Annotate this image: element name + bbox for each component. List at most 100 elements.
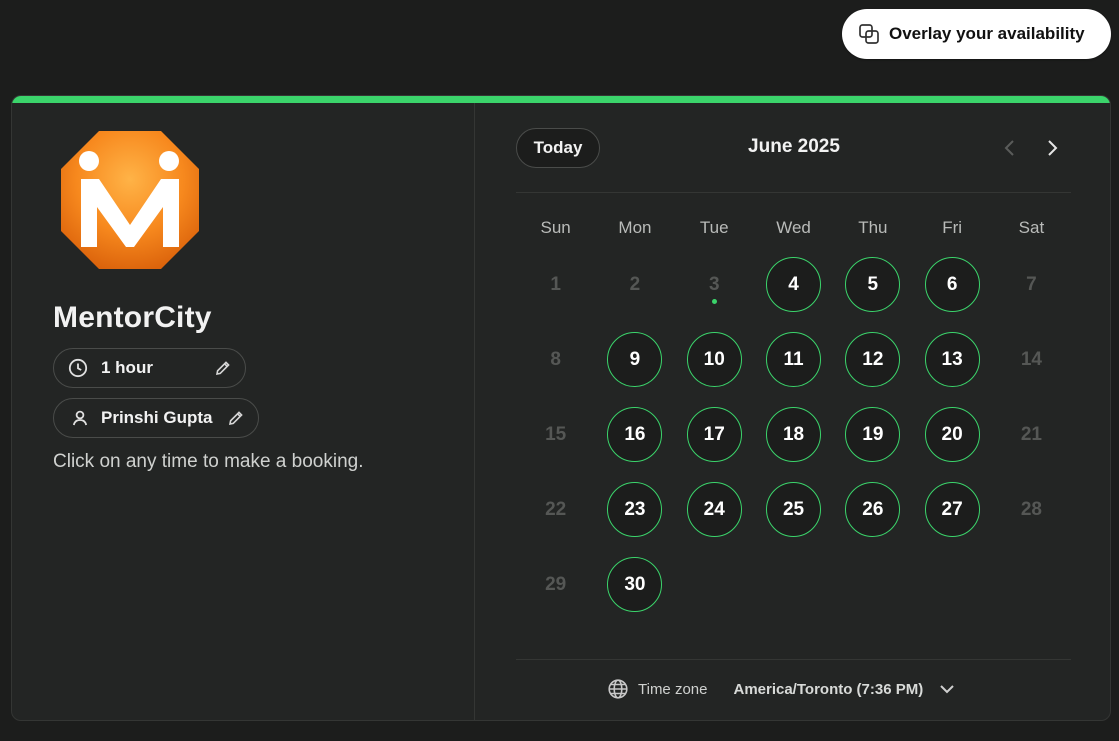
- timezone-label: Time zone: [638, 680, 708, 698]
- day-number: 22: [545, 498, 567, 520]
- calendar-header-divider: [516, 192, 1071, 193]
- day-number: 7: [1026, 273, 1037, 295]
- booking-card: MentorCity 1 hour Prinshi Gupta Click on…: [11, 95, 1111, 721]
- day-button-12[interactable]: 12: [845, 332, 901, 387]
- calendar-cell: 21: [992, 397, 1071, 472]
- day-label-22: 22: [528, 482, 583, 537]
- day-number: 30: [624, 573, 646, 595]
- calendar-grid: Sun Mon Tue Wed Thu Fri Sat 1 2 3 4 5 6 7 8 9 10 11 12 13 1…: [516, 213, 1071, 636]
- overlay-availability-button[interactable]: Overlay your availability: [842, 9, 1111, 59]
- weekday-wed: Wed: [776, 218, 811, 237]
- duration-pill[interactable]: 1 hour: [53, 348, 246, 388]
- day-number: 4: [788, 273, 799, 295]
- day-button-19[interactable]: 19: [845, 407, 901, 462]
- weekday-header-row: Sun Mon Tue Wed Thu Fri Sat: [516, 213, 1071, 243]
- day-number: 20: [941, 423, 963, 445]
- calendar-cell: 3: [675, 247, 754, 322]
- previous-month-button[interactable]: [998, 136, 1022, 160]
- clock-icon: [68, 358, 88, 378]
- day-button-26[interactable]: 26: [845, 482, 901, 537]
- day-button-9[interactable]: 9: [607, 332, 663, 387]
- calendar-cell: 4: [754, 247, 833, 322]
- calendar-cell: 23: [595, 472, 674, 547]
- calendar-cell: 9: [595, 322, 674, 397]
- day-button-16[interactable]: 16: [607, 407, 663, 462]
- day-button-27[interactable]: 27: [924, 482, 980, 537]
- day-button-11[interactable]: 11: [766, 332, 822, 387]
- day-button-17[interactable]: 17: [686, 407, 742, 462]
- host-pill[interactable]: Prinshi Gupta: [53, 398, 259, 438]
- timezone-row: Time zone America/Toronto (7:36 PM): [607, 675, 956, 703]
- calendar-cell: 29: [516, 547, 595, 622]
- day-label-3: 3: [687, 257, 742, 312]
- day-number: 1: [550, 273, 561, 295]
- calendar-cell: 10: [675, 322, 754, 397]
- overlay-availability-label: Overlay your availability: [889, 24, 1085, 43]
- day-number: 29: [545, 573, 567, 595]
- day-button-20[interactable]: 20: [924, 407, 980, 462]
- day-button-4[interactable]: 4: [766, 257, 822, 312]
- today-button[interactable]: Today: [516, 128, 600, 168]
- weekday-tue: Tue: [699, 218, 729, 237]
- calendar-cell: 14: [992, 322, 1071, 397]
- chevron-left-icon: [1003, 138, 1017, 158]
- calendar-cell: 11: [754, 322, 833, 397]
- calendar-cell: [912, 547, 991, 622]
- day-number: 17: [703, 423, 725, 445]
- day-number: 18: [782, 423, 805, 445]
- calendar-cell: 20: [912, 397, 991, 472]
- day-number: 14: [1020, 348, 1042, 370]
- day-button-23[interactable]: 23: [607, 482, 663, 537]
- globe-icon: [607, 678, 629, 700]
- calendar-cell: 28: [992, 472, 1071, 547]
- day-number: 24: [703, 498, 725, 520]
- day-number: 23: [624, 498, 646, 520]
- card-accent-bar: [12, 96, 1110, 103]
- edit-host-pencil-icon[interactable]: [227, 409, 245, 427]
- day-button-25[interactable]: 25: [766, 482, 822, 537]
- day-button-24[interactable]: 24: [686, 482, 742, 537]
- day-label-14: 14: [1004, 332, 1059, 387]
- calendar-cell: 18: [754, 397, 833, 472]
- calendar-cell: 6: [912, 247, 991, 322]
- day-label-21: 21: [1004, 407, 1059, 462]
- weekday-thu: Thu: [858, 218, 888, 237]
- next-month-button[interactable]: [1040, 136, 1064, 160]
- calendar-cell: 16: [595, 397, 674, 472]
- day-label-29: 29: [528, 557, 583, 612]
- chevron-down-icon[interactable]: [938, 680, 956, 698]
- calendar-cell: 2: [595, 247, 674, 322]
- day-label-8: 8: [528, 332, 583, 387]
- day-number: 11: [783, 348, 804, 370]
- day-number: 3: [708, 273, 720, 295]
- day-label-15: 15: [528, 407, 583, 462]
- weekday-mon: Mon: [618, 218, 652, 237]
- day-number: 5: [867, 273, 879, 295]
- calendar-cell: [675, 547, 754, 622]
- calendar-cell: 27: [912, 472, 991, 547]
- day-button-6[interactable]: 6: [924, 257, 980, 312]
- day-button-18[interactable]: 18: [766, 407, 822, 462]
- day-number: 27: [941, 498, 963, 520]
- day-button-30[interactable]: 30: [607, 557, 663, 612]
- day-button-13[interactable]: 13: [924, 332, 980, 387]
- month-label: June 2025: [748, 136, 840, 157]
- day-label-2: 2: [607, 257, 662, 312]
- calendar-cell: 15: [516, 397, 595, 472]
- organization-name: MentorCity: [53, 301, 212, 334]
- calendar-cell: 13: [912, 322, 991, 397]
- calendar-cell: 1: [516, 247, 595, 322]
- day-label-7: 7: [1004, 257, 1059, 312]
- booking-hint: Click on any time to make a booking.: [53, 451, 364, 472]
- person-icon: [70, 408, 90, 428]
- overlay-squares-icon: [858, 23, 880, 45]
- edit-duration-pencil-icon[interactable]: [214, 359, 232, 377]
- calendar-cell: 17: [675, 397, 754, 472]
- timezone-select[interactable]: America/Toronto (7:36 PM): [733, 681, 923, 698]
- calendar-cell: 22: [516, 472, 595, 547]
- calendar-panel: Today June 2025 Sun Mon Tue Wed Thu Fri Sat 12…: [476, 103, 1110, 720]
- day-number: 28: [1020, 498, 1042, 520]
- calendar-cell: [754, 547, 833, 622]
- day-button-5[interactable]: 5: [845, 257, 901, 312]
- day-button-10[interactable]: 10: [686, 332, 742, 387]
